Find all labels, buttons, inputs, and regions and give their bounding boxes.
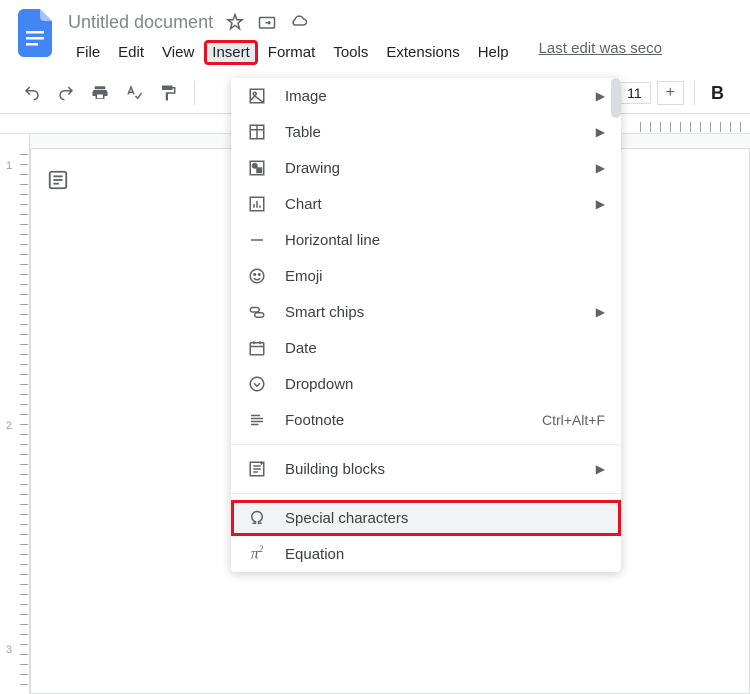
menu-extensions[interactable]: Extensions bbox=[378, 40, 467, 65]
date-icon bbox=[247, 338, 267, 358]
chevron-right-icon: ▶ bbox=[596, 161, 605, 175]
print-icon[interactable] bbox=[88, 81, 112, 105]
last-edit-link[interactable]: Last edit was seco bbox=[539, 40, 662, 65]
drawing-icon bbox=[247, 158, 267, 178]
chevron-right-icon: ▶ bbox=[596, 197, 605, 211]
insert-menu-dropdown: Image ▶ Table ▶ Drawing ▶ Chart ▶ Horizo… bbox=[231, 78, 621, 572]
dropdown-icon bbox=[247, 374, 267, 394]
menu-label: Footnote bbox=[285, 412, 542, 429]
menu-label: Chart bbox=[285, 196, 596, 213]
menu-label: Date bbox=[285, 340, 605, 357]
menu-item-equation[interactable]: π2 Equation bbox=[231, 536, 621, 572]
equation-icon: π2 bbox=[247, 544, 267, 564]
menu-label: Image bbox=[285, 88, 596, 105]
menu-help[interactable]: Help bbox=[470, 40, 517, 65]
toolbar-separator bbox=[194, 81, 195, 105]
redo-icon[interactable] bbox=[54, 81, 78, 105]
menu-divider bbox=[231, 493, 621, 494]
menu-label: Special characters bbox=[285, 510, 605, 527]
menu-tools[interactable]: Tools bbox=[325, 40, 376, 65]
chevron-right-icon: ▶ bbox=[596, 89, 605, 103]
menu-item-special-characters[interactable]: Special characters bbox=[231, 500, 621, 536]
menu-file[interactable]: File bbox=[68, 40, 108, 65]
star-icon[interactable] bbox=[225, 12, 245, 32]
menu-label: Building blocks bbox=[285, 461, 596, 478]
menu-item-smart-chips[interactable]: Smart chips ▶ bbox=[231, 294, 621, 330]
menu-label: Dropdown bbox=[285, 376, 605, 393]
menu-item-footnote[interactable]: Footnote Ctrl+Alt+F bbox=[231, 402, 621, 438]
menu-label: Table bbox=[285, 124, 596, 141]
bold-button[interactable]: B bbox=[705, 83, 730, 104]
menu-label: Horizontal line bbox=[285, 232, 605, 249]
menu-label: Smart chips bbox=[285, 304, 596, 321]
menu-item-image[interactable]: Image ▶ bbox=[231, 78, 621, 114]
menu-divider bbox=[231, 444, 621, 445]
spellcheck-icon[interactable] bbox=[122, 81, 146, 105]
emoji-icon bbox=[247, 266, 267, 286]
outline-icon[interactable] bbox=[47, 169, 69, 191]
building-blocks-icon bbox=[247, 459, 267, 479]
shortcut-text: Ctrl+Alt+F bbox=[542, 412, 605, 428]
horizontal-line-icon bbox=[247, 230, 267, 250]
menu-item-building-blocks[interactable]: Building blocks ▶ bbox=[231, 451, 621, 487]
undo-icon[interactable] bbox=[20, 81, 44, 105]
menubar: File Edit View Insert Format Tools Exten… bbox=[68, 40, 734, 65]
paint-format-icon[interactable] bbox=[156, 81, 180, 105]
omega-icon bbox=[247, 508, 267, 528]
chevron-right-icon: ▶ bbox=[596, 305, 605, 319]
menu-item-date[interactable]: Date bbox=[231, 330, 621, 366]
smart-chips-icon bbox=[247, 302, 267, 322]
ruler-mark: 1 bbox=[6, 160, 12, 172]
menu-item-horizontal-line[interactable]: Horizontal line bbox=[231, 222, 621, 258]
chart-icon bbox=[247, 194, 267, 214]
menu-item-dropdown[interactable]: Dropdown bbox=[231, 366, 621, 402]
menu-item-chart[interactable]: Chart ▶ bbox=[231, 186, 621, 222]
menu-item-drawing[interactable]: Drawing ▶ bbox=[231, 150, 621, 186]
menu-label: Emoji bbox=[285, 268, 605, 285]
docs-logo-icon[interactable] bbox=[16, 8, 56, 58]
toolbar-separator bbox=[694, 81, 695, 105]
cloud-status-icon[interactable] bbox=[289, 12, 309, 32]
menu-insert[interactable]: Insert bbox=[204, 40, 258, 65]
chevron-right-icon: ▶ bbox=[596, 125, 605, 139]
menu-item-table[interactable]: Table ▶ bbox=[231, 114, 621, 150]
vertical-ruler[interactable]: 1 2 3 bbox=[0, 134, 30, 694]
footnote-icon bbox=[247, 410, 267, 430]
move-folder-icon[interactable] bbox=[257, 12, 277, 32]
increase-font-button[interactable]: + bbox=[657, 81, 684, 105]
image-icon bbox=[247, 86, 267, 106]
menu-item-emoji[interactable]: Emoji bbox=[231, 258, 621, 294]
font-size-input[interactable]: 11 bbox=[618, 82, 651, 104]
table-icon bbox=[247, 122, 267, 142]
ruler-mark: 2 bbox=[6, 420, 12, 432]
document-title[interactable]: Untitled document bbox=[68, 12, 213, 33]
chevron-right-icon: ▶ bbox=[596, 462, 605, 476]
menu-format[interactable]: Format bbox=[260, 40, 324, 65]
menu-label: Equation bbox=[285, 546, 605, 563]
menu-view[interactable]: View bbox=[154, 40, 202, 65]
menu-label: Drawing bbox=[285, 160, 596, 177]
menu-edit[interactable]: Edit bbox=[110, 40, 152, 65]
